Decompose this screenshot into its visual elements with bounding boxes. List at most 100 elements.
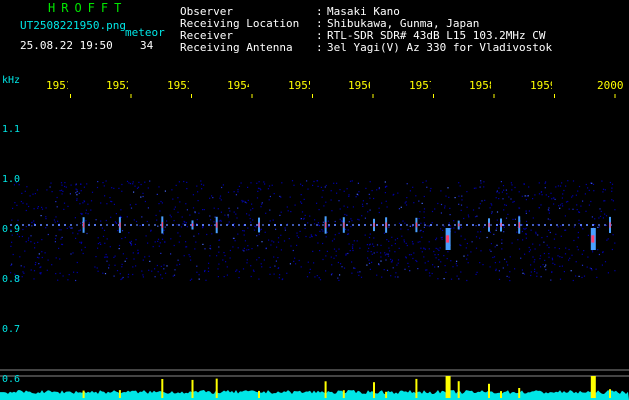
noise-speck xyxy=(46,269,48,271)
noise-speck xyxy=(330,199,332,201)
noise-speck xyxy=(271,240,273,242)
noise-speck xyxy=(339,274,341,276)
noise-speck xyxy=(386,185,388,187)
noise-speck xyxy=(25,241,27,243)
carrier-dash xyxy=(406,224,408,226)
noise-speck xyxy=(85,212,87,214)
noise-speck xyxy=(593,190,595,192)
noise-speck xyxy=(56,206,58,208)
noise-speck xyxy=(132,273,134,276)
noise-speck xyxy=(129,204,131,206)
carrier-dash xyxy=(514,224,516,226)
noise-speck xyxy=(551,198,553,200)
carrier-dash xyxy=(472,224,474,226)
noise-speck xyxy=(216,255,218,257)
noise-speck xyxy=(220,211,222,213)
noise-speck xyxy=(33,208,35,210)
noise-speck xyxy=(210,224,213,227)
noise-speck xyxy=(34,264,36,266)
noise-speck xyxy=(296,232,298,234)
noise-speck xyxy=(96,186,99,189)
noise-speck xyxy=(101,227,103,229)
noise-speck xyxy=(604,200,606,202)
noise-speck xyxy=(491,211,493,213)
noise-speck xyxy=(186,209,188,211)
noise-speck xyxy=(500,181,502,183)
noise-speck xyxy=(439,247,441,249)
noise-speck xyxy=(284,227,286,229)
noise-speck xyxy=(534,194,536,196)
noise-speck xyxy=(292,249,294,252)
noise-speck xyxy=(294,257,296,259)
noise-speck xyxy=(430,187,432,190)
noise-speck xyxy=(326,250,328,252)
noise-speck xyxy=(50,182,52,184)
noise-speck xyxy=(192,207,195,209)
noise-speck xyxy=(398,208,400,210)
noise-speck xyxy=(61,184,63,186)
noise-speck xyxy=(209,215,211,217)
noise-speck xyxy=(296,235,298,237)
noise-speck xyxy=(421,251,423,253)
noise-speck xyxy=(11,219,13,221)
noise-speck xyxy=(359,247,361,249)
noise-speck xyxy=(25,226,27,228)
noise-speck xyxy=(407,262,409,264)
noise-speck xyxy=(119,215,121,217)
carrier-dash xyxy=(112,224,114,226)
noise-speck xyxy=(120,278,122,281)
noise-speck xyxy=(217,208,219,210)
noise-speck xyxy=(147,187,149,189)
noise-speck xyxy=(283,240,286,242)
noise-speck xyxy=(306,276,309,278)
noise-speck xyxy=(133,191,135,193)
noise-speck xyxy=(218,263,220,265)
noise-speck xyxy=(116,270,119,272)
noise-speck xyxy=(284,229,286,231)
noise-speck xyxy=(541,194,543,196)
noise-speck xyxy=(121,266,123,268)
noise-speck xyxy=(495,197,497,199)
carrier-dash xyxy=(358,224,360,226)
carrier-dash xyxy=(328,224,330,226)
noise-speck xyxy=(505,189,507,191)
noise-speck xyxy=(545,194,547,196)
signal-spike xyxy=(215,378,218,398)
noise-speck xyxy=(496,211,499,213)
noise-speck xyxy=(479,203,481,205)
noise-speck xyxy=(219,195,222,197)
x-tick-label: 1952 xyxy=(106,80,128,91)
noise-speck xyxy=(260,206,262,208)
signal-spike xyxy=(191,379,194,398)
noise-speck xyxy=(330,256,332,258)
noise-speck xyxy=(561,197,563,199)
noise-speck xyxy=(378,263,380,265)
noise-speck xyxy=(523,183,525,185)
noise-speck xyxy=(81,213,83,215)
noise-speck xyxy=(440,212,442,214)
noise-speck xyxy=(386,253,388,255)
carrier-dash xyxy=(262,224,264,226)
noise-speck xyxy=(242,230,244,232)
echo-layer xyxy=(82,216,611,250)
noise-speck xyxy=(252,219,254,221)
noise-speck xyxy=(587,187,589,189)
noise-speck xyxy=(287,210,289,212)
noise-speck xyxy=(73,271,75,273)
noise-speck xyxy=(483,226,485,228)
noise-speck xyxy=(388,226,390,228)
noise-speck xyxy=(33,242,36,244)
noise-speck xyxy=(28,237,30,239)
noise-speck xyxy=(453,220,455,222)
noise-speck xyxy=(130,243,133,245)
noise-speck xyxy=(248,214,250,216)
noise-speck xyxy=(236,217,238,219)
x-tick-label: 2000 xyxy=(597,79,624,92)
noise-speck xyxy=(75,279,77,282)
carrier-dash xyxy=(376,224,378,226)
noise-speck xyxy=(60,229,62,231)
noise-speck xyxy=(30,241,32,243)
y-tick-label: 0.6 xyxy=(2,374,21,385)
noise-speck xyxy=(202,227,204,229)
noise-speck xyxy=(384,252,386,254)
